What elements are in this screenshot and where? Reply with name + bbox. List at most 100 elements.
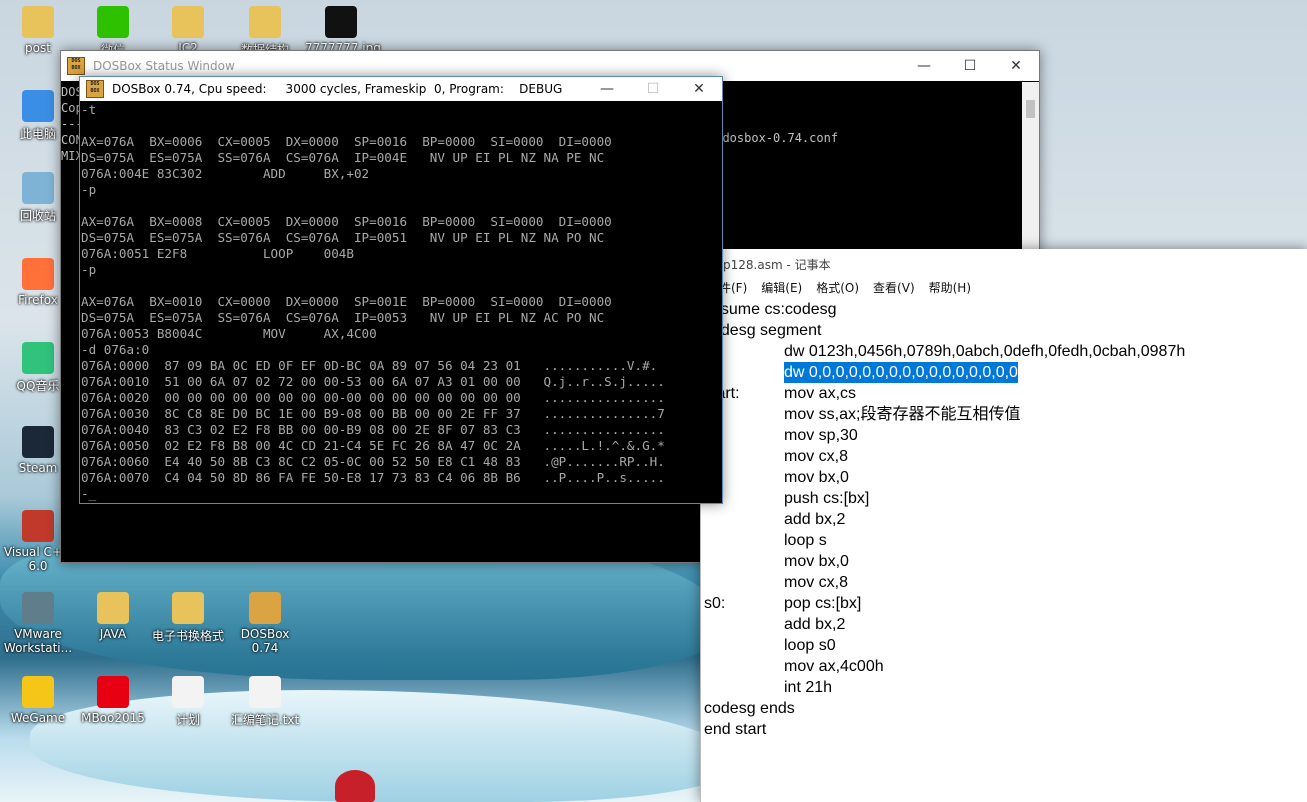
- debug-line: -p: [81, 182, 97, 197]
- steam-icon: [22, 426, 54, 458]
- folder-shortcut-icon: [172, 592, 204, 624]
- debug-line: [81, 278, 722, 294]
- desktop-icon[interactable]: WeGame: [2, 676, 74, 725]
- code-line: mov ss,ax;段寄存器不能互相传值: [704, 404, 1307, 425]
- debug-line: 076A:0000 87 09 BA 0C ED 0F EF 0D-BC 0A …: [81, 358, 658, 373]
- debug-line: -d 076a:0: [81, 342, 150, 357]
- menu-item[interactable]: 帮助(H): [929, 279, 971, 299]
- status-window-title: DOSBox Status Window: [93, 59, 235, 73]
- debug-line: 076A:0070 C4 04 50 8D 86 FA FE 50-E8 17 …: [81, 470, 665, 485]
- folder-shortcut-icon: [249, 6, 281, 38]
- desktop-icon[interactable]: IC2: [152, 6, 224, 55]
- code-label: s0:: [704, 595, 726, 612]
- code-line: codesg segment: [704, 320, 1307, 341]
- code-text: pop cs:[bx]: [784, 595, 862, 612]
- code-line: loop s: [704, 530, 1307, 551]
- notepad-window[interactable]: p128.asm - 记事本 文件(F) 编辑(E) 格式(O) 查看(V) 帮助(H)…: [700, 249, 1307, 802]
- debug-line: AX=076A BX=0010 CX=0000 DX=0000 SP=001E …: [81, 294, 612, 309]
- notepad-editor[interactable]: assume cs:codesg codesg segment dw 0123h,0…: [704, 299, 1307, 802]
- code-text: loop s: [784, 532, 827, 549]
- debug-line: DS=075A ES=075A SS=076A CS=076A IP=004E …: [81, 150, 605, 165]
- desktop-icon-label: 汇编笔记.txt: [230, 713, 300, 727]
- desktop-icon[interactable]: 7777777.jpg: [305, 6, 381, 55]
- code-text: mov cx,8: [784, 448, 849, 465]
- code-text: dw 0123h,0456h,0789h,0abch,0defh,0fedh,0…: [784, 343, 1186, 360]
- debug-line: -_: [81, 486, 97, 501]
- debug-line: 076A:0060 E4 40 50 8B C3 8C C2 05-0C 00 …: [81, 454, 665, 469]
- code-line: int 21h: [704, 677, 1307, 698]
- maximize-button[interactable]: ☐: [947, 51, 993, 81]
- recycle-bin-icon: [22, 172, 54, 204]
- notepad-title: p128.asm - 记事本: [723, 257, 831, 272]
- code-line: mov cx,8: [704, 572, 1307, 593]
- dosbox-titlebar[interactable]: DOS BOX DOSBox 0.74, Cpu speed: 3000 cycl…: [80, 77, 722, 101]
- code-line: add bx,2: [704, 509, 1307, 530]
- notepad-titlebar[interactable]: p128.asm - 记事本: [701, 249, 1307, 279]
- dosbox-window[interactable]: DOS BOX DOSBox 0.74, Cpu speed: 3000 cycl…: [79, 76, 723, 504]
- close-button[interactable]: ✕: [993, 51, 1039, 81]
- desktop-icon[interactable]: 汇编笔记.txt: [229, 676, 301, 728]
- code-line: end start: [704, 719, 1307, 740]
- folder-shortcut-icon: [172, 6, 204, 38]
- debug-line: 076A:0053 B8004C MOV AX,4C00: [81, 326, 377, 341]
- menu-item[interactable]: 编辑(E): [761, 279, 802, 299]
- vmware-icon: [22, 592, 54, 624]
- debug-line: 076A:0020 00 00 00 00 00 00 00 00-00 00 …: [81, 390, 665, 405]
- desktop-icon[interactable]: MBoo2015: [77, 676, 149, 725]
- dosbox-logo-icon: DOS BOX: [67, 57, 85, 75]
- code-text: mov bx,0: [784, 469, 849, 486]
- debug-line: DS=075A ES=075A SS=076A CS=076A IP=0053 …: [81, 310, 605, 325]
- desktop-icon[interactable]: DOSBox 0.74: [229, 592, 301, 655]
- debug-line: 076A:0040 83 C3 02 E2 F8 BB 00 00-B9 08 …: [81, 422, 665, 437]
- mboo-icon: [97, 676, 129, 708]
- code-line: mov bx,0: [704, 551, 1307, 572]
- code-text: mov cx,8: [784, 574, 849, 591]
- wechat-icon: [97, 6, 129, 38]
- code-line: s0: pop cs:[bx]: [704, 593, 1307, 614]
- desktop-icon[interactable]: post: [2, 6, 74, 55]
- debug-line: AX=076A BX=0008 CX=0005 DX=0000 SP=0016 …: [81, 214, 612, 229]
- code-text: mov sp,30: [784, 427, 858, 444]
- desktop-icon-label: DOSBox 0.74: [240, 627, 290, 655]
- debug-line: [81, 198, 722, 214]
- dosbox-title: DOSBox 0.74, Cpu speed: 3000 cycles, Fra…: [112, 82, 563, 96]
- folder-icon: [22, 6, 54, 38]
- debug-line: [81, 118, 722, 134]
- minimize-button[interactable]: —: [901, 51, 947, 81]
- debug-line: -t: [81, 102, 97, 117]
- menu-item[interactable]: 查看(V): [873, 279, 915, 299]
- minimize-button[interactable]: —: [584, 77, 630, 101]
- debug-line: DS=075A ES=075A SS=076A CS=076A IP=0051 …: [81, 230, 605, 245]
- close-button[interactable]: ✕: [676, 77, 722, 101]
- code-label: codesg ends: [704, 700, 795, 717]
- desktop-icon-label: JAVA: [99, 627, 127, 641]
- debug-line: 076A:004E 83C302 ADD BX,+02: [81, 166, 370, 181]
- visual-cpp-icon: [22, 510, 54, 542]
- code-text: mov ax,cs: [784, 385, 857, 402]
- debug-screen[interactable]: -t AX=076A BX=0006 CX=0005 DX=0000 SP=00…: [80, 102, 722, 503]
- maximize-button[interactable]: ☐: [630, 77, 676, 101]
- wallpaper-person: [335, 770, 375, 802]
- desktop-icon[interactable]: 电子书换格式: [152, 592, 224, 644]
- debug-line: 076A:0030 8C C8 8E D0 BC 1E 00 B9-08 00 …: [81, 406, 665, 421]
- code-line: loop s0: [704, 635, 1307, 656]
- code-line: mov cx,8: [704, 446, 1307, 467]
- desktop-icon[interactable]: VMware Workstati...: [2, 592, 74, 655]
- selected-code: dw 0,0,0,0,0,0,0,0,0,0,0,0,0,0,0,0: [784, 362, 1018, 383]
- image-file-icon: [325, 6, 357, 38]
- code-line: mov sp,30: [704, 425, 1307, 446]
- desktop-icon-label: 计划: [175, 713, 200, 727]
- code-line: mov bx,0: [704, 467, 1307, 488]
- qq-music-icon: [22, 342, 54, 374]
- desktop-icon[interactable]: JAVA: [77, 592, 149, 641]
- code-text: add bx,2: [784, 616, 846, 633]
- desktop-icon[interactable]: 计划: [152, 676, 224, 728]
- config-path-text: x\dosbox-0.74.conf: [708, 131, 839, 145]
- desktop-icon-label: MBoo2015: [81, 711, 145, 725]
- firefox-icon: [22, 258, 54, 290]
- menu-item[interactable]: 格式(O): [816, 279, 859, 299]
- wegame-icon: [22, 676, 54, 708]
- notepad-menubar: 文件(F) 编辑(E) 格式(O) 查看(V) 帮助(H): [701, 279, 1307, 299]
- desktop-icon-label: 电子书换格式: [152, 629, 225, 643]
- dosbox-logo-icon: DOS BOX: [86, 80, 104, 98]
